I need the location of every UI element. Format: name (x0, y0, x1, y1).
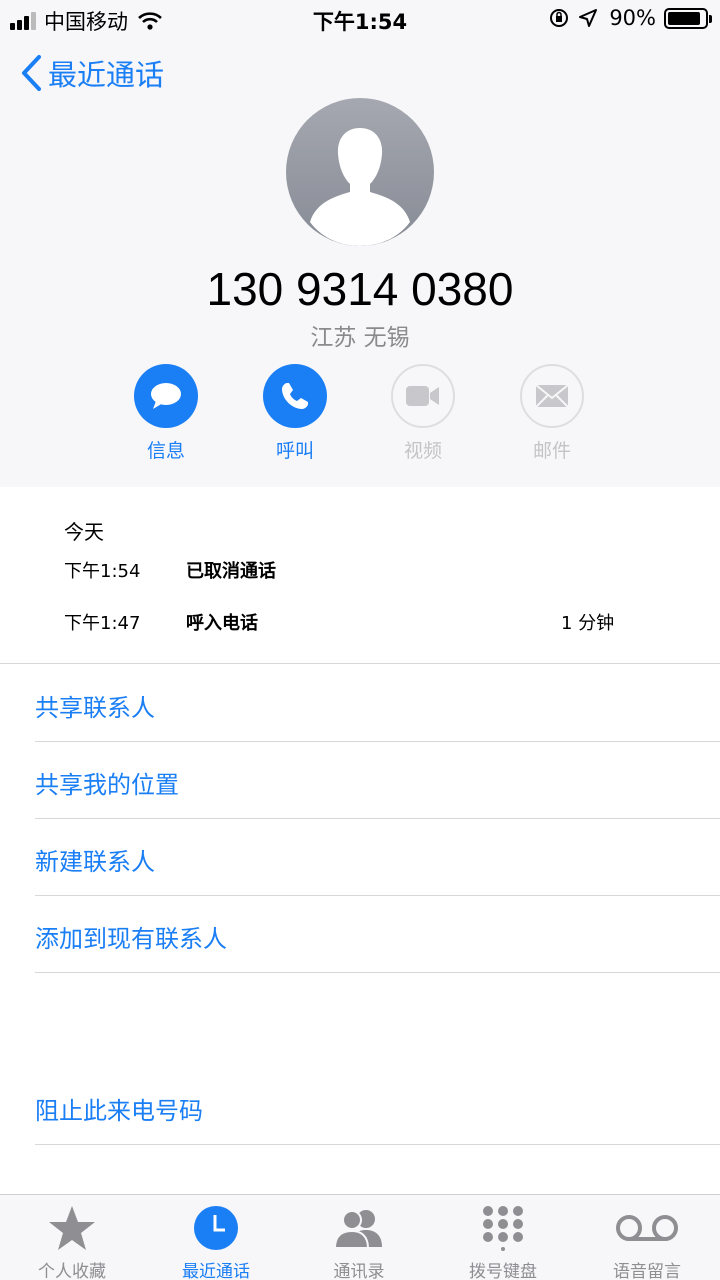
back-button[interactable]: 最近通话 (20, 52, 164, 94)
divider (0, 663, 720, 664)
action-buttons: 信息 呼叫 视频 邮件 (0, 364, 720, 474)
location-arrow-icon (579, 9, 598, 27)
block-caller-button[interactable]: 阻止此来电号码 (35, 1091, 203, 1126)
call-button[interactable]: 呼叫 (240, 364, 350, 463)
tab-recents-label: 最近通话 (182, 1262, 250, 1280)
video-label: 视频 (403, 440, 442, 462)
tab-keypad-label: 拨号键盘 (469, 1262, 537, 1280)
battery-icon (664, 7, 712, 29)
message-label: 信息 (146, 440, 185, 462)
tab-voicemail[interactable]: 语音留言 (582, 1203, 712, 1280)
phone-handset-icon (282, 383, 308, 409)
tab-favorites[interactable]: 个人收藏 (7, 1203, 137, 1280)
video-button: 视频 (368, 364, 478, 463)
call-circle[interactable] (263, 364, 327, 428)
mail-button: 邮件 (497, 364, 607, 463)
back-label: 最近通话 (48, 58, 165, 92)
message-button[interactable]: 信息 (111, 364, 221, 463)
contacts-people-icon (333, 1210, 382, 1249)
call-description: 呼入电话 (186, 613, 258, 634)
tab-contacts-label: 通讯录 (333, 1262, 385, 1280)
status-bar: 中国移动 下午1:54 90% (0, 0, 720, 38)
status-bar-right: 90% (549, 6, 712, 30)
battery-percentage: 90% (609, 6, 656, 30)
divider (35, 741, 720, 742)
share-location-button[interactable]: 共享我的位置 (35, 765, 179, 800)
message-bubble-icon (151, 383, 181, 409)
message-circle[interactable] (134, 364, 198, 428)
keypad-icon (483, 1206, 523, 1251)
video-camera-icon (406, 386, 439, 406)
mail-label: 邮件 (532, 440, 571, 462)
orientation-lock-icon (550, 9, 569, 27)
divider (35, 972, 720, 973)
contact-avatar (286, 98, 434, 246)
clock-icon (194, 1206, 238, 1250)
person-silhouette-icon (310, 128, 410, 246)
star-icon (49, 1206, 95, 1250)
tab-recents[interactable]: 最近通话 (151, 1203, 281, 1280)
call-label: 呼叫 (275, 440, 314, 462)
tab-favorites-label: 个人收藏 (38, 1262, 106, 1280)
call-time: 下午1:47 (64, 613, 141, 634)
phone-number: 130 9314 0380 (206, 263, 514, 315)
call-description: 已取消通话 (186, 561, 276, 582)
divider (35, 818, 720, 819)
divider (35, 1144, 720, 1145)
call-time: 下午1:54 (64, 561, 141, 582)
tab-contacts[interactable]: 通讯录 (294, 1203, 424, 1280)
tab-keypad[interactable]: 拨号键盘 (438, 1203, 568, 1280)
phone-location: 江苏 无锡 (310, 325, 410, 351)
video-circle (391, 364, 455, 428)
envelope-icon (535, 384, 569, 408)
tab-bar: 个人收藏 最近通话 通讯录 拨号键盘 语音留言 (0, 1194, 720, 1280)
chevron-left-icon (22, 55, 41, 91)
new-contact-button[interactable]: 新建联系人 (35, 842, 155, 877)
share-contact-button[interactable]: 共享联系人 (35, 688, 155, 723)
history-day: 今天 (64, 520, 104, 544)
mail-circle (520, 364, 584, 428)
voicemail-icon (616, 1215, 678, 1241)
tab-voicemail-label: 语音留言 (613, 1262, 681, 1280)
add-to-existing-contact-button[interactable]: 添加到现有联系人 (35, 919, 227, 954)
call-duration: 1 分钟 (561, 613, 615, 634)
divider (35, 895, 720, 896)
